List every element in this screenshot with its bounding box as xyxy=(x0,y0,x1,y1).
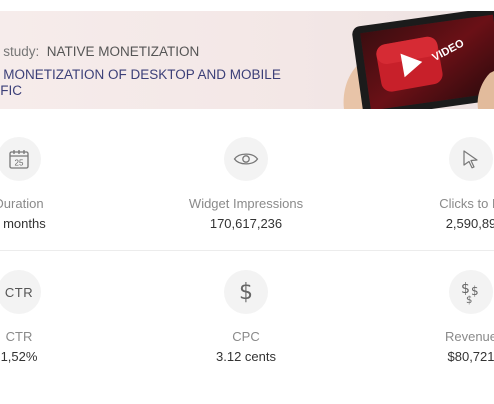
cursor-icon xyxy=(449,137,493,181)
stat-ctr: CTR CTR 1,52% xyxy=(0,270,99,364)
ctr-label: CTR xyxy=(5,329,33,344)
clicks-label: Clicks to M xyxy=(439,196,494,211)
stat-revenue: $ $ $ Revenue $80,721 xyxy=(391,270,494,364)
stat-widget-impressions: Widget Impressions 170,617,236 xyxy=(166,137,326,231)
dollar-icon: $ xyxy=(224,270,268,314)
title-line-2: FFIC xyxy=(0,83,22,98)
widget-impressions-value: 170,617,236 xyxy=(209,216,283,231)
case-study-line: e study: NATIVE MONETIZATION xyxy=(0,44,199,59)
revenue-value: $80,721 xyxy=(447,349,494,364)
case-study-title: : MONETIZATION OF DESKTOP AND MOBILE xyxy=(0,67,281,82)
cpc-label: CPC xyxy=(232,329,260,344)
eye-icon xyxy=(224,137,268,181)
ctr-icon: CTR xyxy=(0,270,41,314)
clicks-value: 2,590,89 xyxy=(445,216,494,231)
widget-impressions-label: Widget Impressions xyxy=(188,196,304,211)
revenue-label: Revenue xyxy=(444,329,494,344)
svg-text:25: 25 xyxy=(15,159,24,168)
calendar-icon: 25 xyxy=(0,137,41,181)
case-study-banner: e study: NATIVE MONETIZATION : MONETIZAT… xyxy=(0,11,494,109)
svg-text:$: $ xyxy=(466,295,472,305)
duration-label: Duration xyxy=(0,196,44,211)
stat-clicks: Clicks to M 2,590,89 xyxy=(391,137,494,231)
title-line-1: MONETIZATION OF DESKTOP AND MOBILE xyxy=(3,67,281,82)
cpc-value: 3.12 cents xyxy=(216,349,276,364)
duration-value: 9 months xyxy=(0,216,46,231)
money-icon: $ $ $ xyxy=(449,270,493,314)
section-divider xyxy=(0,250,494,251)
case-study-value: NATIVE MONETIZATION xyxy=(46,44,200,59)
case-study-label: e study: xyxy=(0,44,40,59)
ctr-value: 1,52% xyxy=(0,349,38,364)
stat-duration: 25 Duration 9 months xyxy=(0,137,99,231)
stat-cpc: $ CPC 3.12 cents xyxy=(166,270,326,364)
tablet-video-illustration: VIDEO xyxy=(338,11,494,109)
